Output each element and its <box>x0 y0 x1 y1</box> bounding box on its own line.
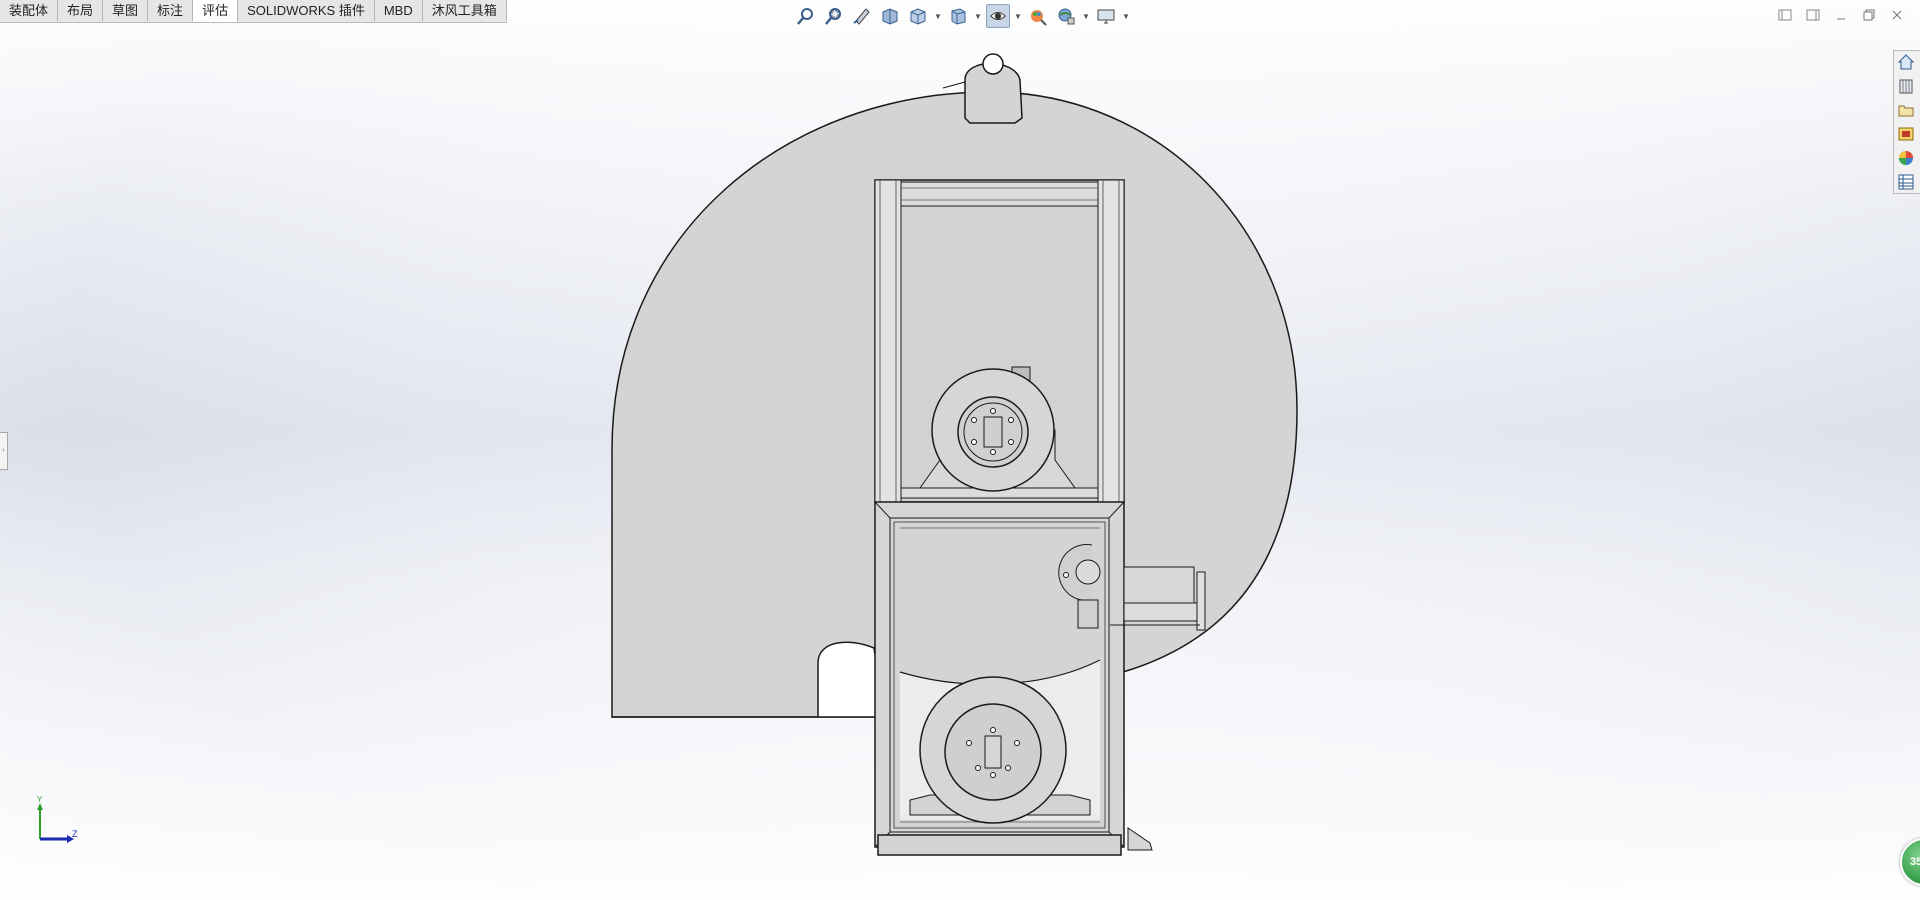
reference-triad: Y Z <box>37 795 78 843</box>
base-plate <box>877 834 1122 856</box>
side-bracket <box>1110 566 1206 631</box>
blower-assembly-model[interactable] <box>0 0 1920 900</box>
triad-z-label: Z <box>72 829 78 839</box>
triad-y-label: Y <box>37 795 43 804</box>
